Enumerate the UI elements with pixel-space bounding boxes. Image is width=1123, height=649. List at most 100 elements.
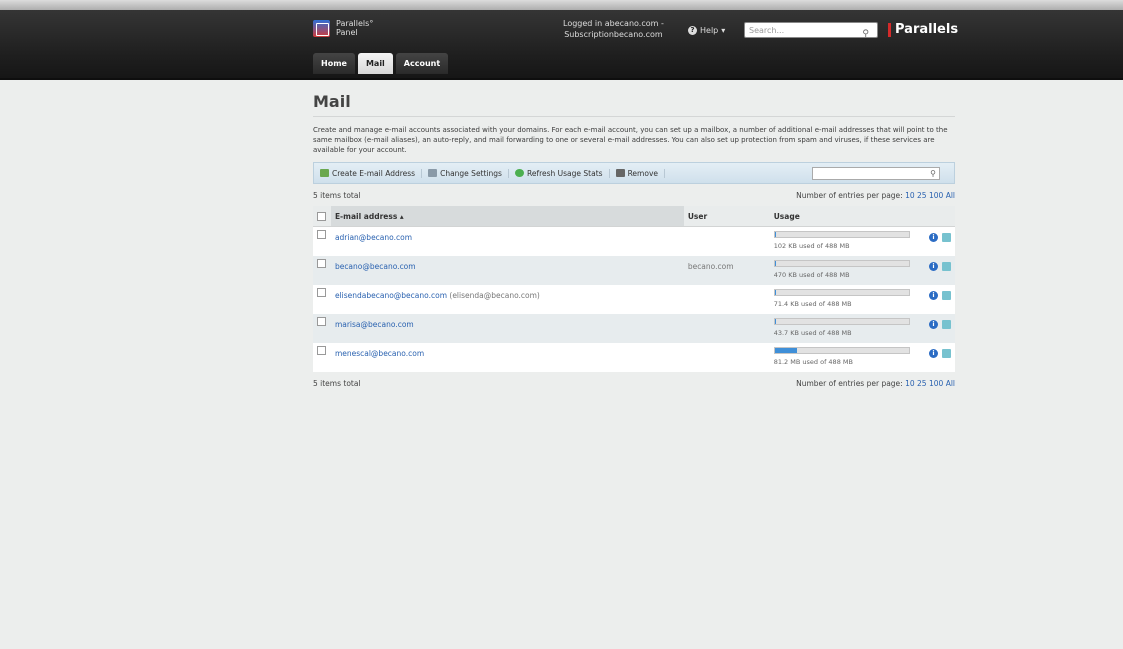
info-icon[interactable]: i (929, 349, 938, 358)
table-row: menescal@becano.com 81.2 MB used of 488 … (313, 343, 955, 372)
usage-text: 470 KB used of 488 MB (773, 271, 850, 279)
actions-cell: i (913, 314, 955, 343)
usage-cell: 470 KB used of 488 MB (769, 256, 914, 285)
page-description: Create and manage e-mail accounts associ… (313, 126, 948, 154)
mailbox-icon[interactable] (942, 349, 951, 358)
usage-text: 71.4 KB used of 488 MB (773, 300, 852, 308)
usage-bar (773, 318, 910, 325)
usage-fill (774, 232, 776, 237)
search-icon[interactable]: ⚲ (862, 26, 869, 42)
panel-logo[interactable]: Parallels° Panel (313, 19, 373, 37)
brand-accent-icon (888, 22, 891, 37)
row-checkbox[interactable] (317, 317, 326, 326)
change-settings-label: Change Settings (440, 168, 502, 178)
remove-label: Remove (627, 168, 658, 178)
logo-line-1: Parallels° (336, 19, 374, 28)
main-nav: Home Mail Account (313, 53, 449, 74)
info-icon[interactable]: i (929, 291, 938, 300)
create-email-button[interactable]: Create E-mail Address (314, 168, 423, 178)
tab-account[interactable]: Account (395, 53, 449, 74)
parallels-panel-logo-icon (313, 19, 330, 37)
actions-cell: i (913, 285, 955, 314)
usage-fill (774, 290, 776, 295)
top-header: Parallels° Panel Home Mail Account Logge… (0, 0, 1123, 80)
refresh-stats-button[interactable]: Refresh Usage Stats (509, 168, 610, 178)
create-email-label: Create E-mail Address (332, 168, 416, 178)
remove-button[interactable]: Remove (610, 168, 665, 178)
table-row: becano@becano.com becano.com 470 KB used … (313, 256, 955, 285)
row-checkbox[interactable] (317, 230, 326, 239)
row-select-cell (313, 343, 331, 372)
per-page-100[interactable]: 100 (929, 191, 943, 200)
logo-line-2: Panel (336, 28, 358, 37)
chevron-down-icon: ▾ (721, 26, 726, 35)
login-info: Logged in abecano.com - Subscriptionbeca… (563, 18, 664, 40)
mail-toolbar: Create E-mail Address Change Settings Re… (313, 162, 955, 184)
email-link[interactable]: elisendabecano@becano.com (335, 285, 447, 300)
user-cell (683, 226, 770, 256)
tab-mail[interactable]: Mail (357, 53, 393, 74)
column-user[interactable]: User (683, 206, 770, 227)
email-cell: elisendabecano@becano.com (elisenda@beca… (330, 285, 684, 314)
email-link[interactable]: becano@becano.com (335, 256, 416, 271)
column-email[interactable]: E-mail address ▴ (330, 206, 684, 227)
column-usage[interactable]: Usage (769, 206, 914, 227)
user-cell: becano.com (683, 256, 770, 285)
row-checkbox[interactable] (317, 288, 326, 297)
info-icon[interactable]: i (929, 320, 938, 329)
row-select-cell (313, 285, 331, 314)
usage-cell: 43.7 KB used of 488 MB (769, 314, 914, 343)
select-all-checkbox[interactable] (317, 212, 326, 221)
per-page-all[interactable]: All (946, 379, 955, 388)
email-link[interactable]: adrian@becano.com (335, 227, 412, 242)
email-alias: (elisenda@becano.com) (449, 291, 540, 300)
items-total: 5 items total (313, 379, 361, 388)
email-link[interactable]: menescal@becano.com (335, 343, 424, 358)
table-row: elisendabecano@becano.com (elisenda@beca… (313, 285, 955, 314)
mail-table: E-mail address ▴ User Usage adrian@becan… (313, 206, 955, 372)
email-cell: marisa@becano.com (330, 314, 684, 343)
brand-label: Parallels (895, 22, 959, 37)
mailbox-icon[interactable] (942, 291, 951, 300)
entries-per-page: Number of entries per page: 10 25 100 Al… (796, 379, 955, 388)
per-page-10[interactable]: 10 (905, 191, 915, 200)
mailbox-icon[interactable] (942, 262, 951, 271)
entries-per-page-label: Number of entries per page: (796, 379, 903, 388)
create-mail-icon (320, 169, 329, 177)
email-link[interactable]: marisa@becano.com (335, 314, 414, 329)
usage-bar (773, 231, 910, 238)
mailbox-icon[interactable] (942, 320, 951, 329)
refresh-stats-label: Refresh Usage Stats (526, 168, 603, 178)
per-page-25[interactable]: 25 (917, 379, 927, 388)
table-row: adrian@becano.com 102 KB used of 488 MB i (313, 226, 955, 256)
global-search-input[interactable]: Search... ⚲ (744, 22, 878, 39)
usage-bar (773, 260, 910, 267)
main-content: Mail Create and manage e-mail accounts a… (313, 92, 955, 388)
per-page-100[interactable]: 100 (929, 379, 943, 388)
list-search-input[interactable]: ⚲ (812, 167, 940, 180)
actions-cell: i (913, 256, 955, 285)
change-settings-button[interactable]: Change Settings (422, 168, 509, 178)
row-select-cell (313, 314, 331, 343)
usage-text: 81.2 MB used of 488 MB (773, 358, 853, 366)
info-icon[interactable]: i (929, 233, 938, 242)
search-icon[interactable]: ⚲ (930, 169, 936, 178)
per-page-all[interactable]: All (946, 191, 955, 200)
email-cell: menescal@becano.com (330, 343, 684, 372)
email-cell: becano@becano.com (330, 256, 684, 285)
row-checkbox[interactable] (317, 259, 326, 268)
login-line-2: Subscriptionbecano.com (564, 30, 663, 39)
user-cell (683, 343, 770, 372)
per-page-25[interactable]: 25 (917, 191, 927, 200)
table-row: marisa@becano.com 43.7 KB used of 488 MB… (313, 314, 955, 343)
mailbox-icon[interactable] (942, 233, 951, 242)
info-icon[interactable]: i (929, 262, 938, 271)
usage-fill (774, 348, 797, 353)
help-menu[interactable]: ? Help ▾ (688, 26, 725, 35)
row-checkbox[interactable] (317, 346, 326, 355)
tab-home[interactable]: Home (313, 53, 355, 74)
per-page-10[interactable]: 10 (905, 379, 915, 388)
column-actions (913, 206, 955, 227)
help-icon: ? (688, 26, 697, 35)
items-total: 5 items total (313, 191, 361, 200)
